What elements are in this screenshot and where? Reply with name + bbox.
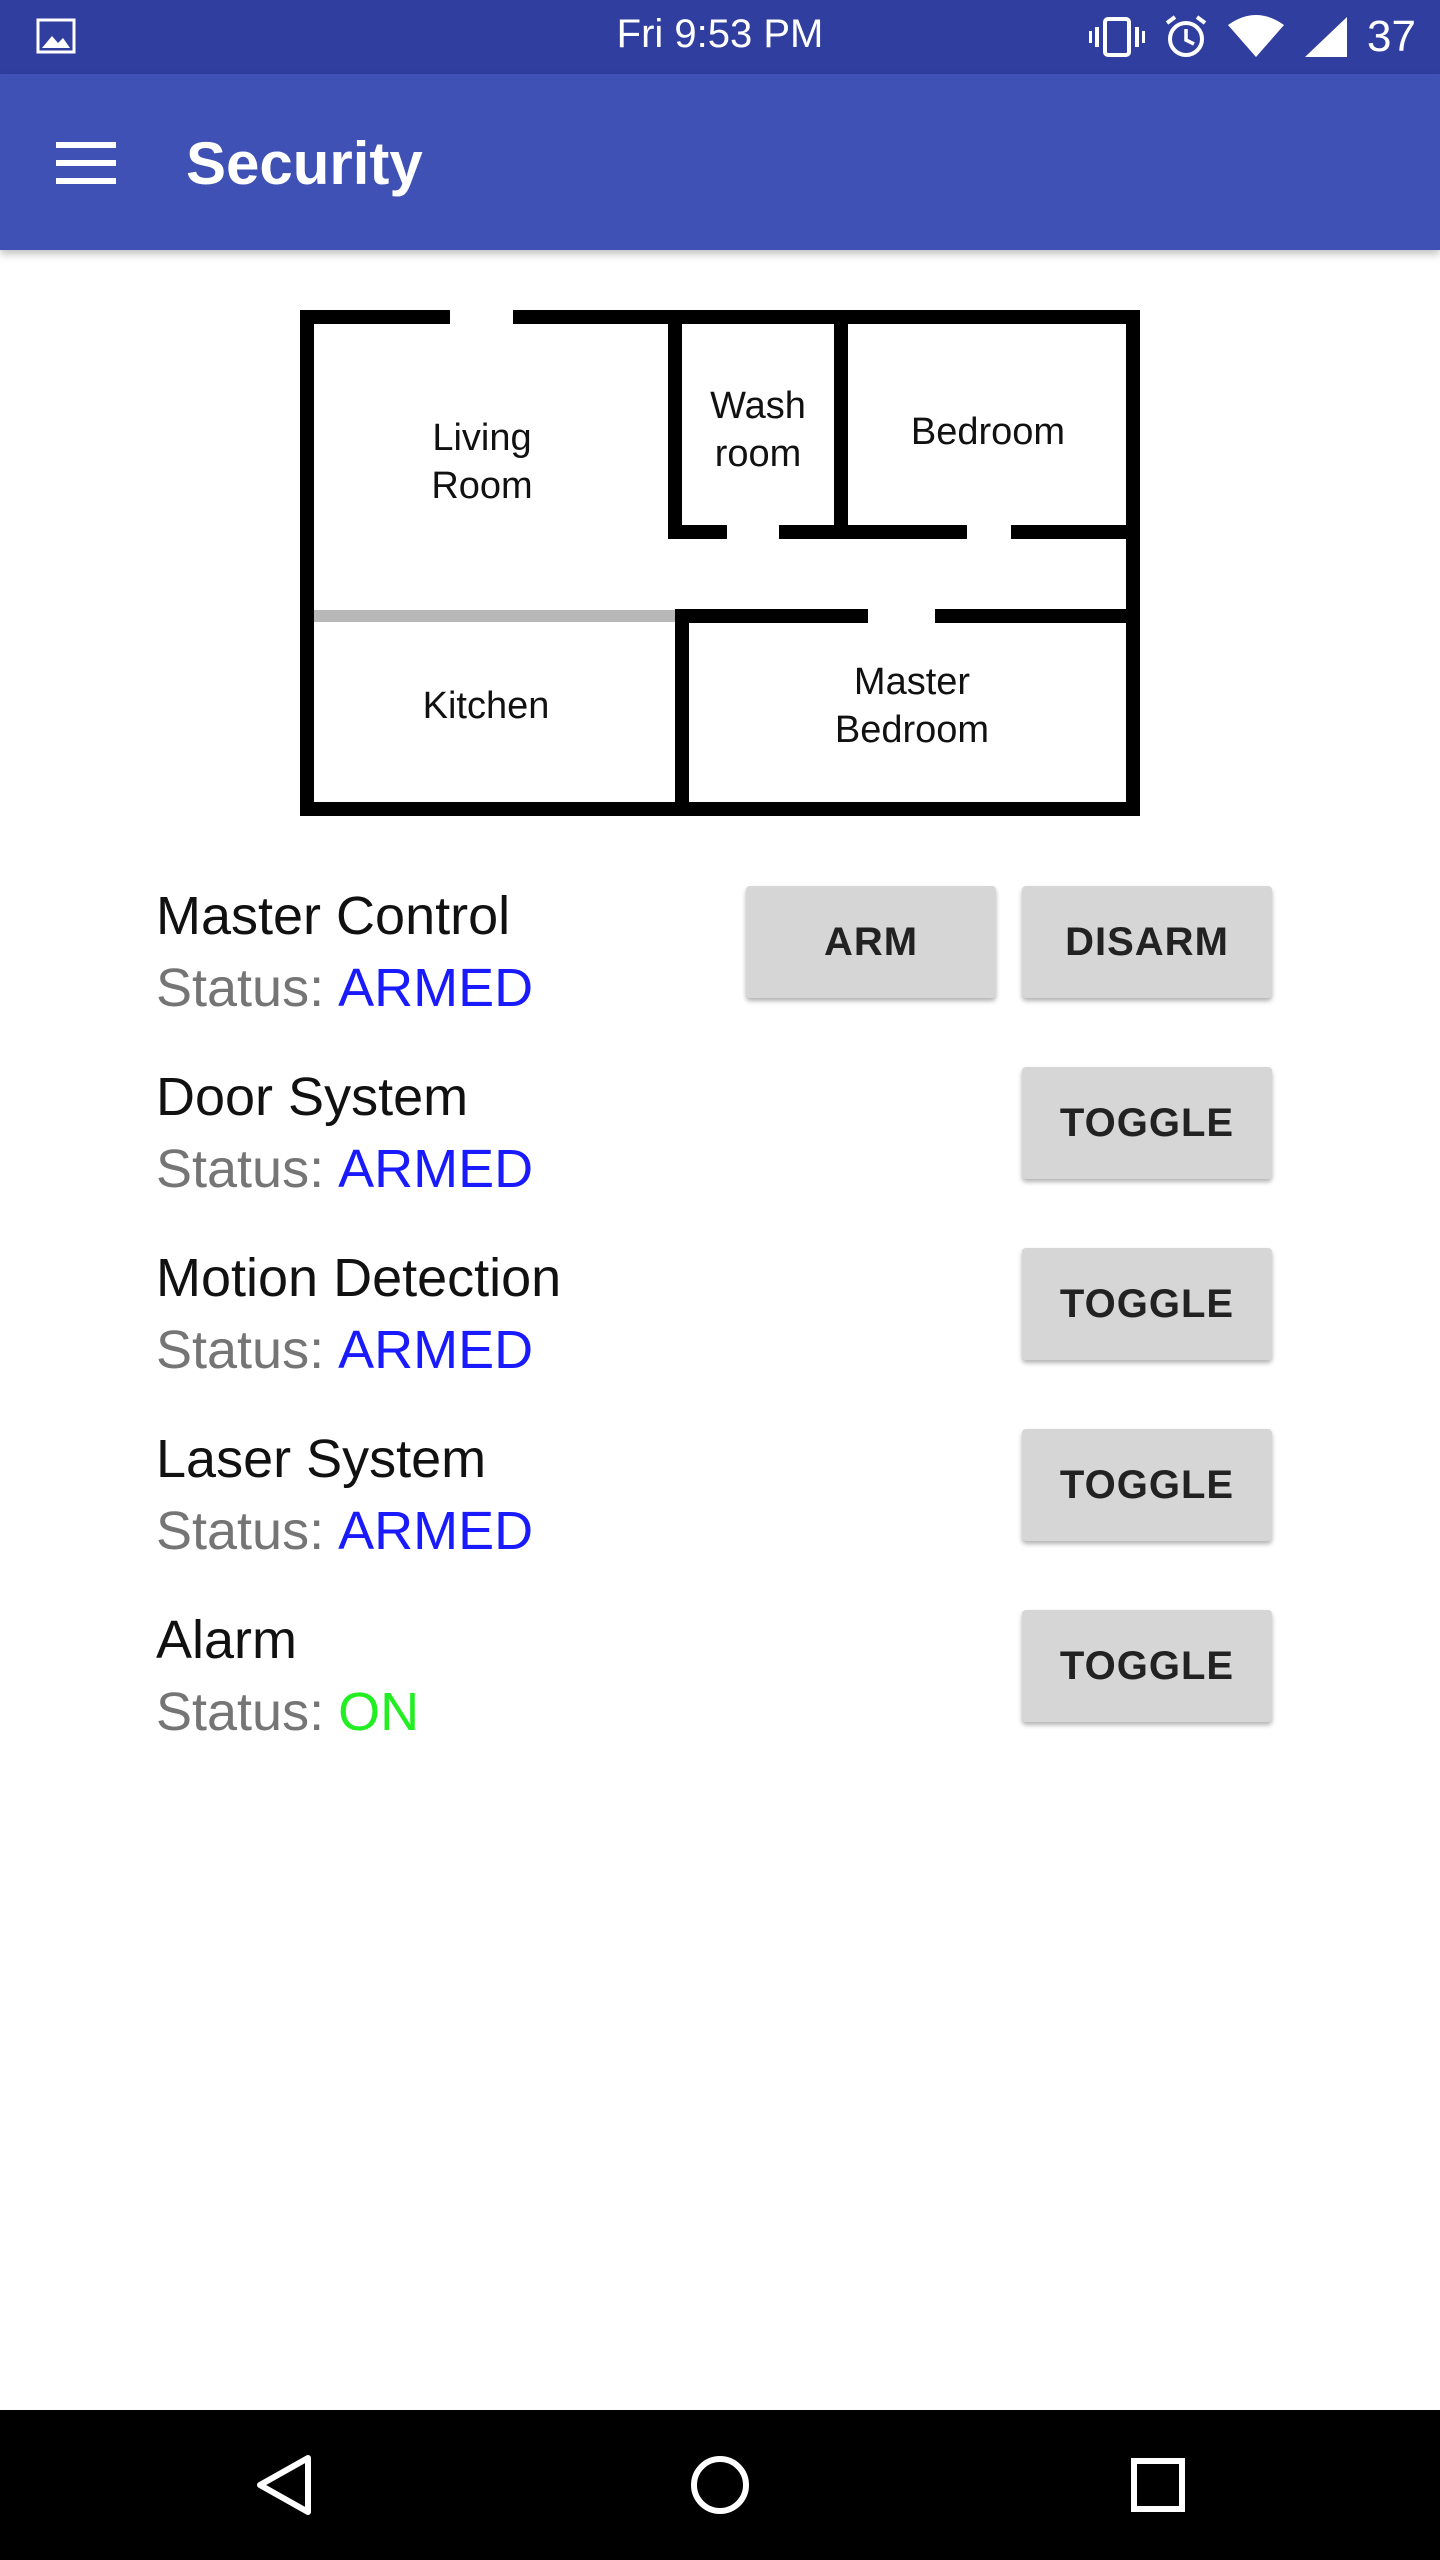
- hamburger-menu-icon[interactable]: [56, 142, 116, 184]
- status-value: ARMED: [338, 958, 534, 1018]
- alarm-clock-icon: [1165, 15, 1207, 57]
- control-title: Laser System: [156, 1429, 487, 1489]
- status-label: Status:: [156, 1501, 325, 1561]
- navigation-bar: [0, 2410, 1440, 2560]
- room-label-bedroom: Bedroom: [911, 411, 1065, 453]
- status-value: ARMED: [338, 1501, 534, 1561]
- control-status: Status: ARMED: [156, 1318, 533, 1382]
- room-label-living-1: Living: [432, 417, 531, 459]
- room-label-master-2: Bedroom: [835, 709, 989, 751]
- laser-toggle-button[interactable]: TOGGLE: [1022, 1429, 1272, 1541]
- signal-icon: [1305, 17, 1348, 57]
- control-row-alarm: Alarm Status: ON TOGGLE: [156, 1608, 1276, 1758]
- control-status: Status: ARMED: [156, 1137, 533, 1201]
- status-bar: Fri 9:53 PM 37: [0, 0, 1440, 74]
- security-screen: Fri 9:53 PM 37 Security Living Room Wash…: [0, 0, 1440, 2560]
- status-value: ON: [338, 1682, 420, 1742]
- wifi-icon: [1228, 15, 1285, 57]
- status-value: ARMED: [338, 1139, 534, 1199]
- room-label-wash-1: Wash: [710, 385, 806, 427]
- room-label-master-1: Master: [854, 661, 970, 703]
- room-label-living-2: Room: [431, 465, 532, 507]
- control-status: Status: ARMED: [156, 1499, 533, 1563]
- control-row-motion: Motion Detection Status: ARMED TOGGLE: [156, 1246, 1276, 1396]
- control-status: Status: ARMED: [156, 956, 533, 1020]
- room-label-kitchen: Kitchen: [423, 685, 550, 727]
- status-label: Status:: [156, 1139, 325, 1199]
- vibrate-icon: [1089, 17, 1146, 57]
- arm-button[interactable]: ARM: [746, 886, 996, 998]
- back-icon[interactable]: [244, 2450, 324, 2520]
- control-title: Door System: [156, 1067, 469, 1127]
- status-value: ARMED: [338, 1320, 534, 1380]
- battery-level: 37: [1367, 12, 1416, 61]
- control-title: Alarm: [156, 1610, 298, 1670]
- recents-icon[interactable]: [1118, 2450, 1198, 2520]
- control-row-door: Door System Status: ARMED TOGGLE: [156, 1065, 1276, 1215]
- motion-toggle-button[interactable]: TOGGLE: [1022, 1248, 1272, 1360]
- status-label: Status:: [156, 1320, 325, 1380]
- alarm-toggle-button[interactable]: TOGGLE: [1022, 1610, 1272, 1722]
- app-bar: Security: [0, 74, 1440, 250]
- status-label: Status:: [156, 958, 325, 1018]
- room-label-wash-2: room: [715, 433, 802, 475]
- control-row-laser: Laser System Status: ARMED TOGGLE: [156, 1427, 1276, 1577]
- page-title: Security: [186, 130, 423, 197]
- home-icon[interactable]: [680, 2450, 760, 2520]
- door-toggle-button[interactable]: TOGGLE: [1022, 1067, 1272, 1179]
- control-status: Status: ON: [156, 1680, 419, 1744]
- control-row-master: Master Control Status: ARMED ARM DISARM: [156, 884, 1276, 1034]
- status-icons: 37: [1089, 12, 1416, 62]
- floor-plan-map: Living Room Wash room Bedroom Kitchen Ma…: [300, 310, 1140, 816]
- control-title: Motion Detection: [156, 1248, 562, 1308]
- control-title: Master Control: [156, 886, 511, 946]
- status-label: Status:: [156, 1682, 325, 1742]
- disarm-button[interactable]: DISARM: [1022, 886, 1272, 998]
